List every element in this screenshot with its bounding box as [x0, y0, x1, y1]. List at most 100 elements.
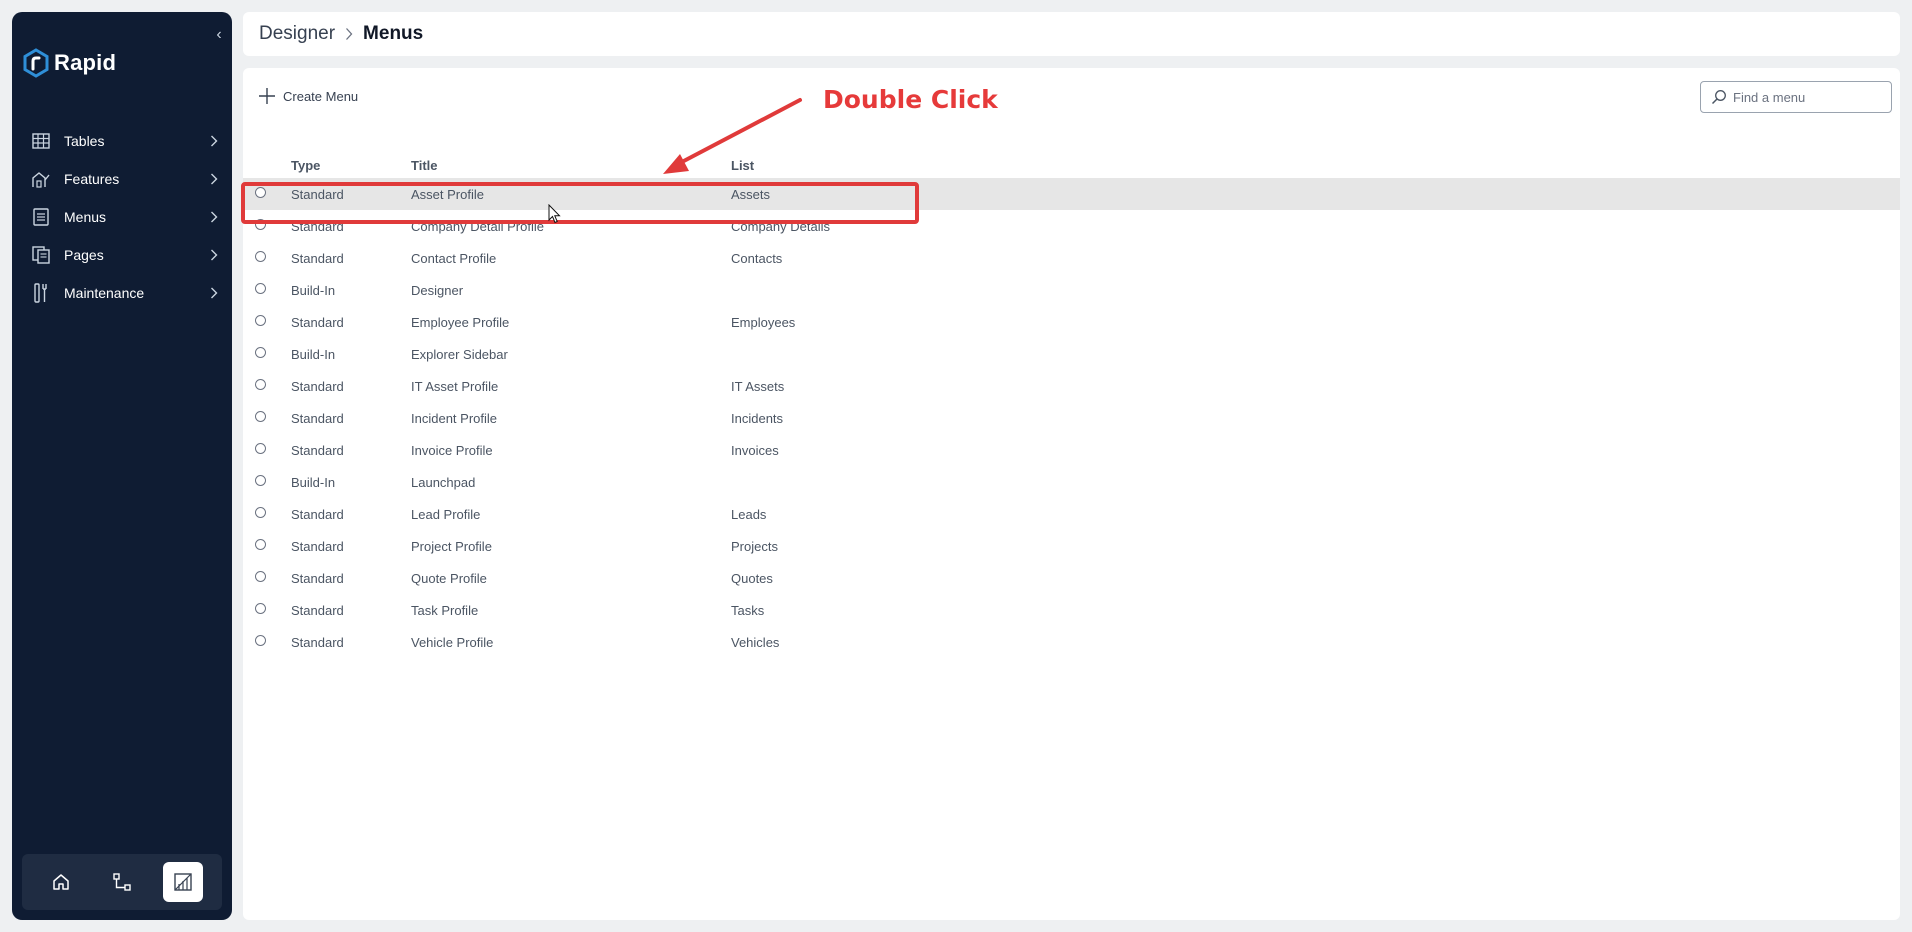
column-header-list[interactable]: List [731, 158, 1031, 173]
cell-list: Quotes [731, 570, 773, 586]
table-row[interactable]: Standard Employee Profile Employees [243, 306, 1900, 338]
row-select-radio[interactable] [255, 506, 266, 518]
chevron-right-icon [208, 173, 220, 185]
cell-type: Standard [291, 442, 344, 458]
cell-title: Launchpad [411, 474, 476, 490]
row-select-radio[interactable] [255, 410, 266, 422]
workflow-icon [113, 873, 131, 891]
search-icon [1711, 90, 1726, 105]
row-select-radio[interactable] [255, 250, 266, 262]
cell-title: Asset Profile [411, 186, 484, 202]
workflow-button[interactable] [102, 862, 142, 902]
table-row[interactable]: Standard Company Detail Profile Company De… [243, 210, 1900, 242]
table-row[interactable]: Standard Project Profile Projects [243, 530, 1900, 562]
row-select-radio[interactable] [255, 602, 266, 614]
sidebar-item-features[interactable]: Features [12, 160, 232, 198]
cell-title: Employee Profile [411, 314, 510, 330]
cell-type: Standard [291, 602, 344, 618]
table-row[interactable]: Standard Lead Profile Leads [243, 498, 1900, 530]
cell-list: Employees [731, 314, 796, 330]
table-row[interactable]: Standard Asset Profile Assets [243, 178, 1900, 210]
table-row[interactable]: Standard Incident Profile Incidents [243, 402, 1900, 434]
collapse-sidebar-icon[interactable]: ‹ [212, 26, 226, 44]
sidebar-item-label: Maintenance [64, 285, 145, 301]
cell-title: Lead Profile [411, 506, 481, 522]
menu-list-icon [30, 206, 52, 228]
row-select-radio[interactable] [255, 378, 266, 390]
cell-list: Incidents [731, 410, 784, 426]
cell-title: Vehicle Profile [411, 634, 494, 650]
row-select-radio[interactable] [255, 282, 266, 294]
row-select-radio[interactable] [255, 634, 266, 646]
table-row[interactable]: Standard Contact Profile Contacts [243, 242, 1900, 274]
cell-list: Contacts [731, 250, 783, 266]
table-row[interactable]: Standard Task Profile Tasks [243, 594, 1900, 626]
sidebar-item-label: Features [64, 171, 120, 187]
table-row[interactable]: Build-In Designer [243, 274, 1900, 306]
cell-title: Quote Profile [411, 570, 487, 586]
row-select-radio[interactable] [255, 218, 266, 230]
cell-list: Assets [731, 186, 771, 202]
cell-type: Standard [291, 218, 344, 234]
table-row[interactable]: Standard Quote Profile Quotes [243, 562, 1900, 594]
table-row[interactable]: Standard Invoice Profile Invoices [243, 434, 1900, 466]
cell-type: Build-In [291, 346, 336, 362]
cell-title: Incident Profile [411, 410, 497, 426]
sidebar-item-menus[interactable]: Menus [12, 198, 232, 236]
cell-type: Build-In [291, 474, 336, 490]
cell-type: Standard [291, 538, 344, 554]
cell-list: Invoices [731, 442, 779, 458]
sidebar-item-maintenance[interactable]: Maintenance [12, 274, 232, 312]
row-select-radio[interactable] [255, 314, 266, 326]
cell-list: Projects [731, 538, 778, 554]
sidebar-item-pages[interactable]: Pages [12, 236, 232, 274]
designer-button[interactable] [163, 862, 204, 902]
table-header: Type Title List [243, 152, 1900, 178]
cell-list: Company Details [731, 218, 830, 234]
chevron-right-icon [208, 287, 220, 299]
row-select-radio[interactable] [255, 186, 266, 198]
row-select-radio[interactable] [255, 570, 266, 582]
row-select-radio[interactable] [255, 442, 266, 454]
cell-type: Standard [291, 410, 344, 426]
table-row[interactable]: Standard Vehicle Profile Vehicles [243, 626, 1900, 658]
chevron-right-icon [345, 27, 353, 41]
features-icon [30, 168, 52, 190]
row-select-radio[interactable] [255, 474, 266, 486]
sidebar-item-tables[interactable]: Tables [12, 122, 232, 160]
mouse-cursor-icon [548, 204, 561, 224]
create-menu-button[interactable]: Create Menu [257, 86, 358, 106]
home-button[interactable] [41, 862, 81, 902]
cell-type: Standard [291, 506, 344, 522]
search-input[interactable] [1733, 89, 1883, 105]
cell-title: Task Profile [411, 602, 479, 618]
plus-icon [259, 88, 275, 104]
cell-list: IT Assets [731, 378, 785, 394]
cell-title: Invoice Profile [411, 442, 493, 458]
cell-title: Project Profile [411, 538, 492, 554]
column-header-type[interactable]: Type [291, 158, 411, 173]
sidebar-item-label: Menus [64, 209, 107, 225]
sidebar-nav: Tables Features Menus Pages Maintenance [12, 122, 232, 312]
cell-list: Leads [731, 506, 767, 522]
table-row[interactable]: Standard IT Asset Profile IT Assets [243, 370, 1900, 402]
breadcrumb-root[interactable]: Designer [259, 23, 335, 45]
cell-title: IT Asset Profile [411, 378, 499, 394]
designer-icon [174, 873, 193, 891]
cell-type: Standard [291, 186, 344, 202]
maintenance-icon [30, 282, 52, 304]
sidebar-item-label: Tables [64, 133, 105, 149]
table-row[interactable]: Build-In Explorer Sidebar [243, 338, 1900, 370]
column-header-title[interactable]: Title [411, 158, 731, 173]
row-select-radio[interactable] [255, 346, 266, 358]
home-icon [52, 874, 69, 890]
cell-type: Standard [291, 634, 344, 650]
page-header: Designer Menus [243, 12, 1900, 56]
pages-icon [30, 244, 52, 266]
sidebar-item-label: Pages [64, 247, 104, 263]
table-row[interactable]: Build-In Launchpad [243, 466, 1900, 498]
chevron-right-icon [208, 211, 220, 223]
sidebar: ‹ Rapid Tables Features Menus Pages Main… [12, 12, 232, 920]
search-box[interactable] [1700, 81, 1892, 113]
row-select-radio[interactable] [255, 538, 266, 550]
